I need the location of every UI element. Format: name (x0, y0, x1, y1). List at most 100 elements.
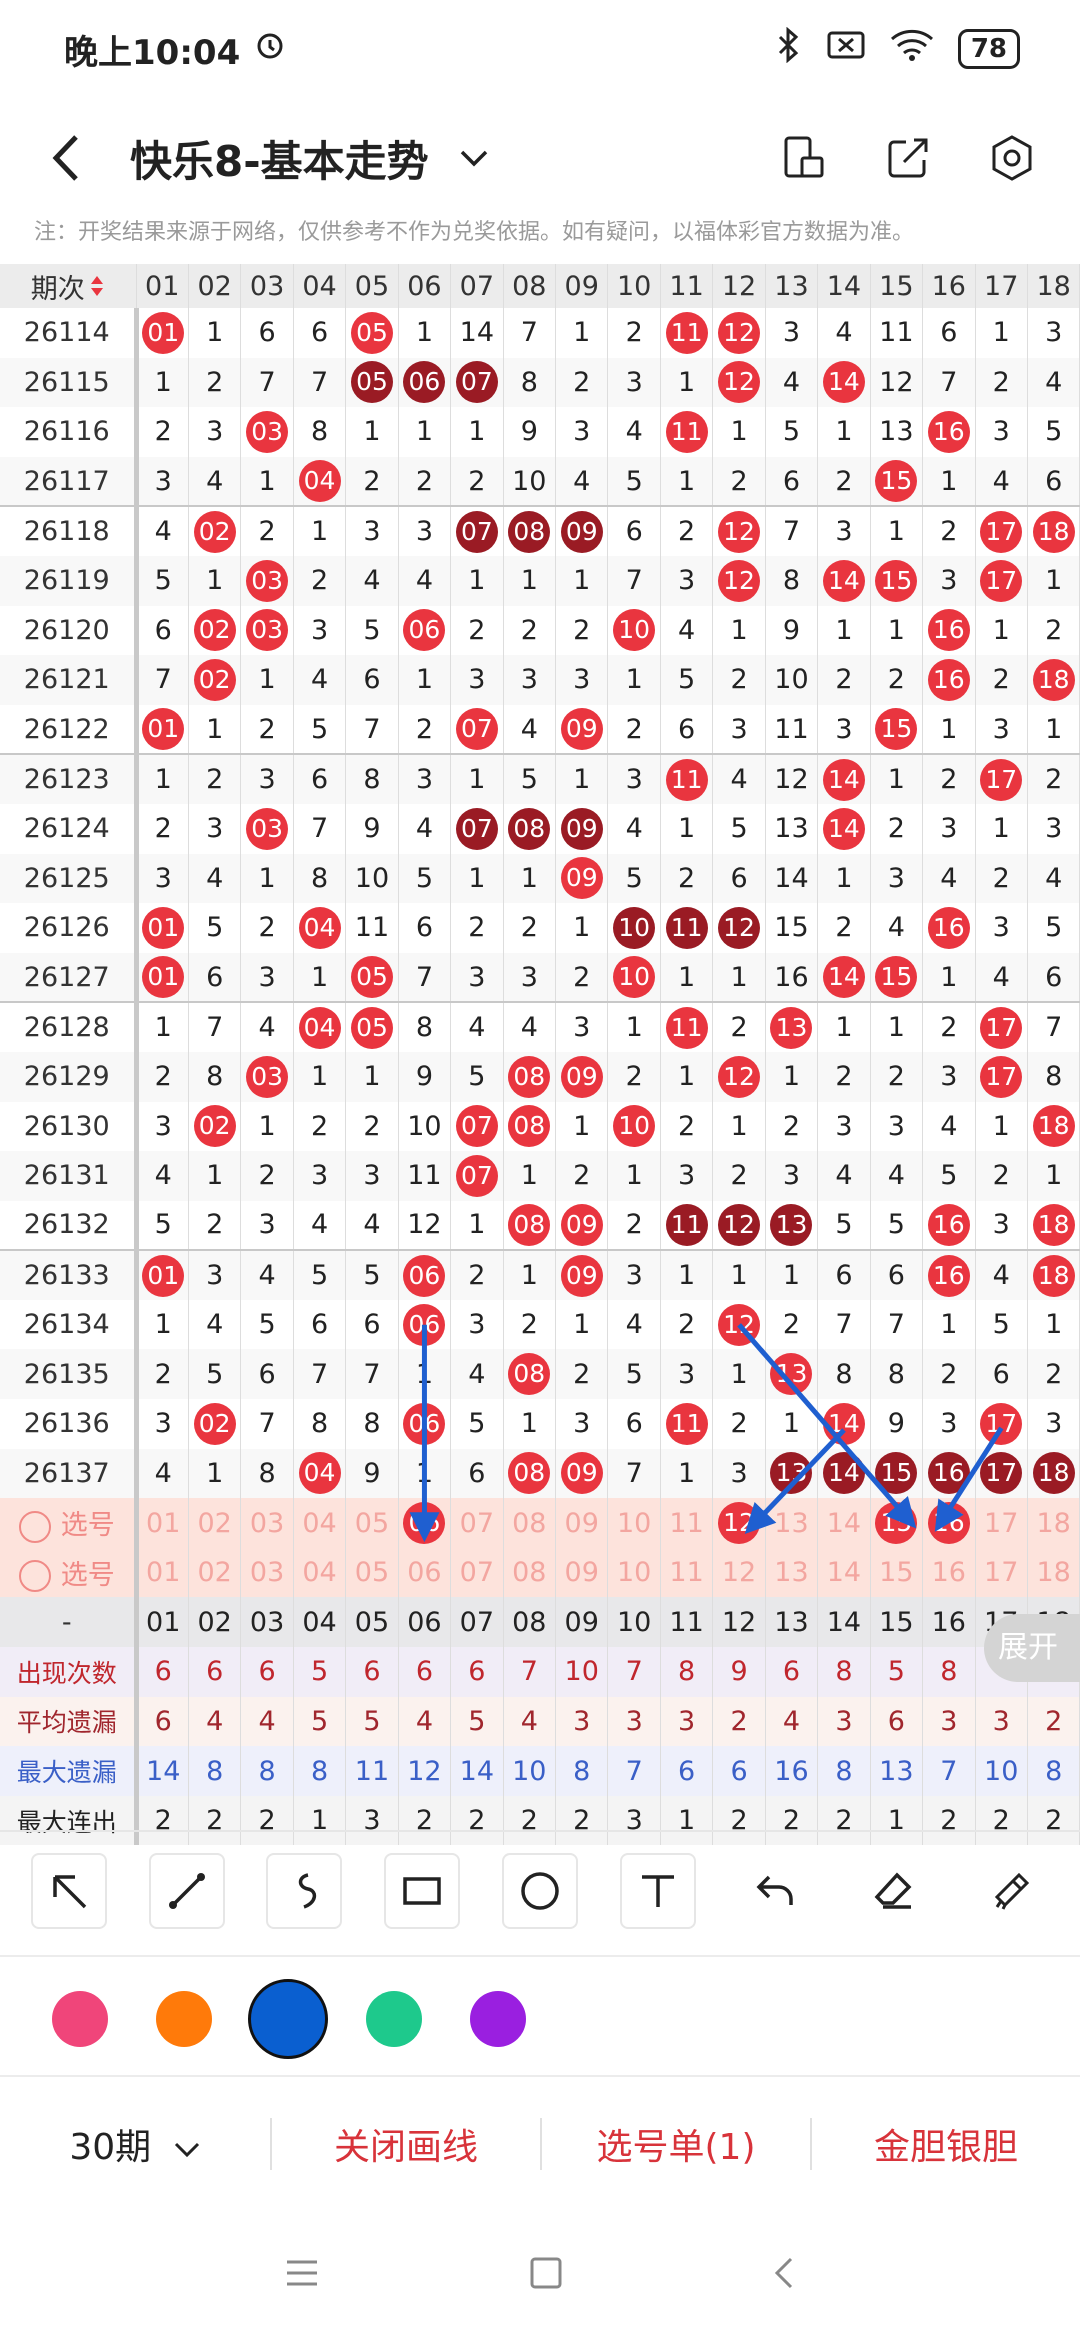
color-swatch-pink[interactable] (52, 1991, 108, 2047)
undo-tool[interactable] (737, 1853, 813, 1929)
selection-list-button[interactable]: 选号单(1) (540, 2117, 810, 2170)
miss-count: 2 (678, 1309, 696, 1341)
home-nav-button[interactable] (529, 2256, 563, 2294)
number-cell: 11 (660, 753, 714, 804)
select-number-cell[interactable]: 01 (136, 1498, 189, 1548)
select-number-cell[interactable]: 11 (660, 1547, 714, 1598)
select-number-cell[interactable]: 13 (765, 1498, 819, 1548)
sort-icon[interactable] (89, 274, 105, 305)
select-number-cell[interactable]: 09 (555, 1547, 609, 1598)
golden-silver-button[interactable]: 金胆银胆 (810, 2117, 1080, 2170)
page-title[interactable]: 快乐8-基本走势 (130, 128, 429, 189)
color-swatch-purple[interactable] (470, 1991, 526, 2047)
column-header: 12 (712, 264, 766, 308)
title-dropdown[interactable] (459, 141, 489, 176)
selectable-number: 08 (512, 1557, 547, 1589)
select-number-cell[interactable]: 01 (136, 1547, 189, 1598)
select-number-cell[interactable]: 03 (240, 1547, 294, 1598)
text-tool[interactable] (619, 1853, 696, 1929)
number-cell: 1 (660, 1051, 714, 1102)
number-cell: 1 (293, 952, 347, 1003)
color-swatch-orange[interactable] (156, 1991, 212, 2047)
number-cell: 1 (293, 1051, 347, 1102)
select-number-cell[interactable]: 10 (607, 1498, 661, 1548)
number-cell: 3 (240, 952, 294, 1003)
arrow-tool[interactable] (30, 1853, 107, 1929)
color-swatch-green[interactable] (366, 1991, 422, 2047)
number-cell: 3 (555, 1001, 609, 1052)
select-number-cell[interactable]: 14 (817, 1498, 871, 1548)
expand-button[interactable]: 展开 (984, 1614, 1080, 1682)
battery-level: 78 (957, 29, 1020, 69)
number-cell: 04 (293, 1448, 347, 1499)
menu-nav-button[interactable] (285, 2258, 319, 2292)
select-number-cell[interactable]: 03 (240, 1498, 294, 1548)
back-button[interactable] (0, 98, 130, 218)
select-number-cell[interactable]: 11 (660, 1498, 714, 1548)
miss-count: 1 (940, 713, 958, 745)
number-cell: 02 (188, 605, 242, 656)
back-nav-button[interactable] (773, 2256, 795, 2294)
select-number-cell[interactable]: 02 (188, 1498, 242, 1548)
miss-count: 7 (363, 1358, 381, 1390)
settings-button[interactable] (988, 134, 1036, 182)
select-number-cell[interactable]: 04 (293, 1547, 347, 1598)
miss-count: 3 (1045, 813, 1063, 845)
header-actions (780, 134, 1080, 182)
select-number-cell[interactable]: 06 (398, 1498, 452, 1548)
select-number-cell[interactable]: 06 (398, 1547, 452, 1598)
select-number-cell[interactable]: 17 (975, 1498, 1028, 1548)
number-cell: 08 (503, 803, 557, 854)
number-cell: 5 (817, 1200, 871, 1251)
share-button[interactable] (884, 134, 932, 182)
select-number-cell[interactable]: 07 (450, 1547, 504, 1598)
select-number-cell[interactable]: 16 (922, 1547, 976, 1598)
period-selector[interactable]: 30期 (0, 2118, 270, 2170)
close-draw-button[interactable]: 关闭画线 (270, 2117, 540, 2170)
select-number-cell[interactable]: 15 (870, 1547, 924, 1598)
color-swatch-blue-selected[interactable] (248, 1979, 328, 2059)
select-number-cell[interactable]: 05 (345, 1547, 399, 1598)
select-number-cell[interactable]: 08 (503, 1498, 557, 1548)
select-number-cell[interactable]: 02 (188, 1547, 242, 1598)
select-number-cell[interactable]: 15 (870, 1498, 924, 1548)
select-number-cell[interactable]: 05 (345, 1498, 399, 1548)
number-cell: 03 (240, 605, 294, 656)
select-number-cell[interactable]: 18 (1027, 1498, 1080, 1548)
drawn-number-ball: 18 (1032, 1105, 1075, 1148)
rectangle-tool[interactable] (384, 1853, 461, 1929)
stats-column-header: 15 (870, 1597, 924, 1648)
miss-count: 2 (1045, 614, 1063, 646)
number-cell: 07 (450, 1151, 504, 1201)
miss-count: 1 (678, 465, 696, 497)
number-cell: 10 (503, 456, 557, 507)
select-number-cell[interactable]: 14 (817, 1547, 871, 1598)
column-header: 03 (240, 264, 294, 308)
select-number-cell[interactable]: 17 (975, 1547, 1028, 1598)
radio-button[interactable] (18, 1510, 51, 1543)
number-cell: 1 (398, 1448, 452, 1499)
issue-column-header[interactable]: 期次 (0, 264, 137, 308)
select-number-cell[interactable]: 18 (1027, 1547, 1080, 1598)
number-cell: 1 (503, 1399, 557, 1449)
select-number-cell[interactable]: 08 (503, 1547, 557, 1598)
select-number-cell[interactable]: 12 (712, 1498, 766, 1548)
select-number-cell[interactable]: 16 (922, 1498, 976, 1548)
number-cell: 1 (450, 1200, 504, 1251)
clear-tool[interactable] (973, 1853, 1049, 1929)
eraser-tool[interactable] (855, 1853, 931, 1929)
select-row-label[interactable]: 选号 (0, 1547, 139, 1598)
curve-tool[interactable] (266, 1853, 343, 1929)
select-row-label[interactable]: 选号 (0, 1498, 139, 1548)
select-number-cell[interactable]: 07 (450, 1498, 504, 1548)
drawn-number-ball: 07 (455, 510, 498, 553)
select-number-cell[interactable]: 10 (607, 1547, 661, 1598)
line-tool[interactable] (148, 1853, 225, 1929)
select-number-cell[interactable]: 09 (555, 1498, 609, 1548)
select-number-cell[interactable]: 13 (765, 1547, 819, 1598)
circle-tool[interactable] (501, 1853, 578, 1929)
select-number-cell[interactable]: 12 (712, 1547, 766, 1598)
select-number-cell[interactable]: 04 (293, 1498, 347, 1548)
rotate-screen-button[interactable] (780, 134, 828, 182)
radio-button[interactable] (18, 1560, 51, 1593)
